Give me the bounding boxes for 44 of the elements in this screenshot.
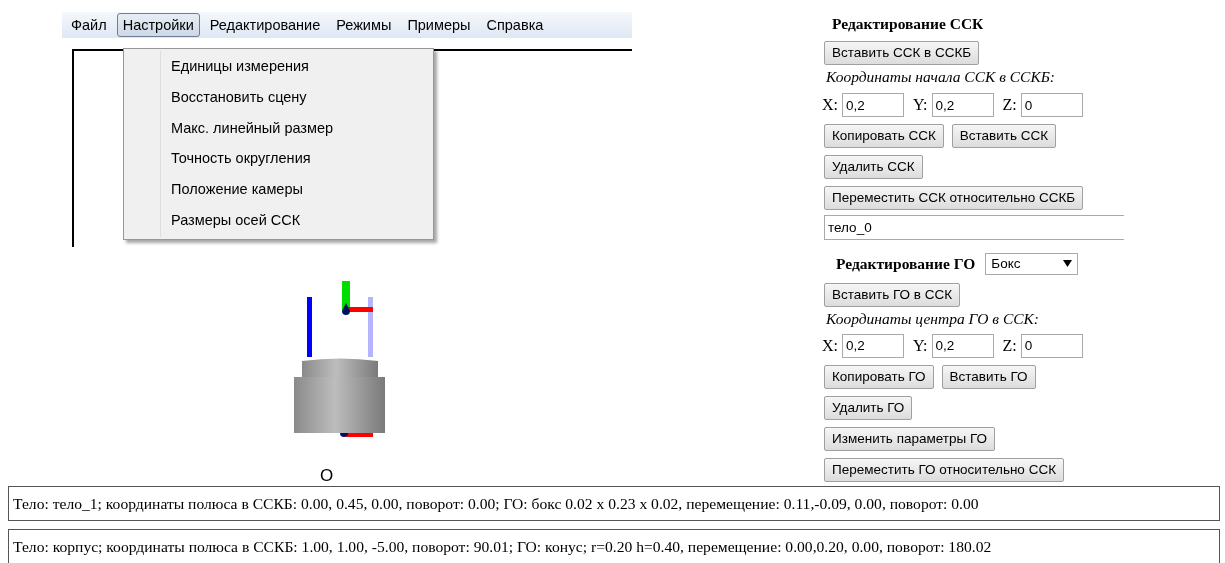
menu-item[interactable]: Редактирование (203, 13, 327, 37)
origin-label: O (320, 467, 334, 485)
input-field[interactable]: 0 (1020, 333, 1083, 358)
button[interactable]: Удалить ССК (824, 155, 923, 180)
menu-item[interactable]: Справка (480, 13, 550, 37)
menu-item[interactable]: Файл (65, 13, 113, 37)
button[interactable]: Вставить ГО (941, 364, 1036, 389)
button[interactable]: Вставить ССК в ССКБ (824, 41, 980, 66)
menu-item[interactable]: Режимы (330, 13, 398, 37)
input-field[interactable]: 0,2 (931, 93, 994, 118)
menu-option[interactable]: Единицы измерения (124, 51, 433, 82)
input-field[interactable]: 0 (1020, 93, 1083, 118)
shape-select[interactable]: Бокс (985, 252, 1079, 275)
field-label: Z: (1002, 335, 1017, 356)
button[interactable]: Вставить ГО в ССК (824, 282, 961, 307)
button[interactable]: Вставить ССК (951, 124, 1057, 149)
panel-title: Редактирование ГО (836, 254, 976, 275)
button[interactable]: Изменить параметры ГО (824, 426, 996, 451)
button[interactable]: Переместить ССК относительно ССКБ (824, 186, 1084, 211)
name-field[interactable]: тело_0 (824, 215, 1124, 241)
input-field[interactable]: 0,2 (931, 333, 994, 358)
menu-option[interactable]: Точность округления (124, 143, 433, 174)
button[interactable]: Копировать ГО (824, 364, 934, 389)
menu-item[interactable]: Примеры (401, 13, 477, 37)
button[interactable]: Переместить ГО относительно ССК (824, 457, 1064, 482)
menu-option[interactable]: Положение камеры (124, 173, 433, 205)
select-value: Бокс (991, 254, 1021, 273)
field-label: X: (822, 335, 838, 356)
menu-option[interactable]: Размеры осей ССК (124, 204, 433, 236)
menu-option[interactable]: Восстановить сцену (124, 81, 433, 113)
dropdown-arrow-icon (1063, 260, 1073, 268)
menu-option[interactable]: Макс. линейный размер (124, 112, 433, 144)
menu-item[interactable]: Настройки (116, 13, 200, 37)
field-label: Y: (913, 335, 928, 356)
coords-label: Координаты начала ССК в ССКБ: (826, 68, 1056, 86)
input-field[interactable]: 0,2 (842, 333, 904, 358)
field-label: X: (822, 95, 838, 116)
panel-title: Редактирование ССК (832, 14, 985, 34)
coords-label: Координаты центра ГО в ССК: (826, 309, 1040, 327)
input-field[interactable]: 0,2 (842, 93, 904, 118)
button[interactable]: Копировать ССК (824, 124, 944, 149)
field-label: Z: (1002, 95, 1017, 116)
button[interactable]: Удалить ГО (824, 395, 913, 420)
field-label: Y: (913, 95, 928, 116)
